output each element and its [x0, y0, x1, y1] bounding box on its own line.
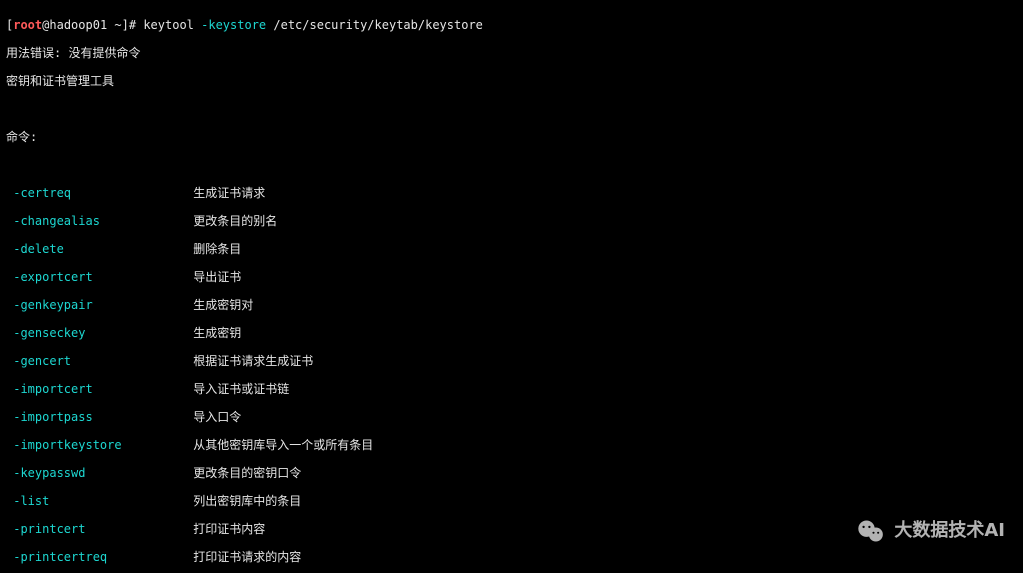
commands-header: 命令:	[6, 130, 1017, 144]
cmd-row: -importkeystore从其他密钥库导入一个或所有条目	[6, 438, 1017, 452]
cmd-desc: 导入口令	[193, 410, 241, 424]
prompt-line-1[interactable]: [root@hadoop01 ~]# keytool -keystore /et…	[6, 18, 1017, 32]
cmd-name: -certreq	[13, 186, 193, 200]
cmd-desc: 更改条目的密钥口令	[193, 466, 301, 480]
arg-path: /etc/security/keytab/keystore	[266, 18, 483, 32]
cmd-row: -importcert导入证书或证书链	[6, 382, 1017, 396]
terminal-output: [root@hadoop01 ~]# keytool -keystore /et…	[0, 0, 1023, 573]
tool-title: 密钥和证书管理工具	[6, 74, 1017, 88]
cmd-desc: 导出证书	[193, 270, 241, 284]
cmd-desc: 根据证书请求生成证书	[193, 354, 313, 368]
cmd-row: -changealias更改条目的别名	[6, 214, 1017, 228]
cmd-desc: 导入证书或证书链	[193, 382, 289, 396]
cmd-name: -list	[13, 494, 193, 508]
cmd-desc: 生成密钥	[193, 326, 241, 340]
cmd-row: -printcertreq打印证书请求的内容	[6, 550, 1017, 564]
cmd-name: -importcert	[13, 382, 193, 396]
cmd-desc: 从其他密钥库导入一个或所有条目	[193, 438, 373, 452]
cmd-row: -importpass导入口令	[6, 410, 1017, 424]
cmd-name: -gencert	[13, 354, 193, 368]
cmd-row: -genkeypair生成密钥对	[6, 298, 1017, 312]
cmd-name: -genkeypair	[13, 298, 193, 312]
cmd-name: -printcertreq	[13, 550, 193, 564]
cmd-desc: 打印证书请求的内容	[193, 550, 301, 564]
usage-error: 用法错误: 没有提供命令	[6, 46, 1017, 60]
cmd-name: -importpass	[13, 410, 193, 424]
prompt-user: root	[13, 18, 42, 32]
cmd-row: -list列出密钥库中的条目	[6, 494, 1017, 508]
cmd-row: -keypasswd更改条目的密钥口令	[6, 466, 1017, 480]
flag-keystore: -keystore	[201, 18, 266, 32]
cmd-name: -changealias	[13, 214, 193, 228]
prompt-cwd: ~	[114, 18, 121, 32]
cmd-desc: 打印证书内容	[193, 522, 265, 536]
cmd-row: -printcert打印证书内容	[6, 522, 1017, 536]
cmd-row: -certreq生成证书请求	[6, 186, 1017, 200]
blank	[6, 102, 1017, 116]
cmd-row: -genseckey生成密钥	[6, 326, 1017, 340]
cmd-desc: 列出密钥库中的条目	[193, 494, 301, 508]
cmd-desc: 更改条目的别名	[193, 214, 277, 228]
cmd-row: -delete删除条目	[6, 242, 1017, 256]
cmd-desc: 删除条目	[193, 242, 241, 256]
cmd-desc: 生成密钥对	[193, 298, 253, 312]
cmd-name: -keypasswd	[13, 466, 193, 480]
cmd-name: -genseckey	[13, 326, 193, 340]
cmd-keytool: keytool	[143, 18, 201, 32]
prompt-end: ]#	[122, 18, 144, 32]
blank	[6, 158, 1017, 172]
cmd-desc: 生成证书请求	[193, 186, 265, 200]
cmd-name: -delete	[13, 242, 193, 256]
prompt-host: hadoop01	[49, 18, 107, 32]
cmd-name: -printcert	[13, 522, 193, 536]
cmd-name: -importkeystore	[13, 438, 193, 452]
cmd-row: -gencert根据证书请求生成证书	[6, 354, 1017, 368]
cmd-name: -exportcert	[13, 270, 193, 284]
cmd-row: -exportcert导出证书	[6, 270, 1017, 284]
